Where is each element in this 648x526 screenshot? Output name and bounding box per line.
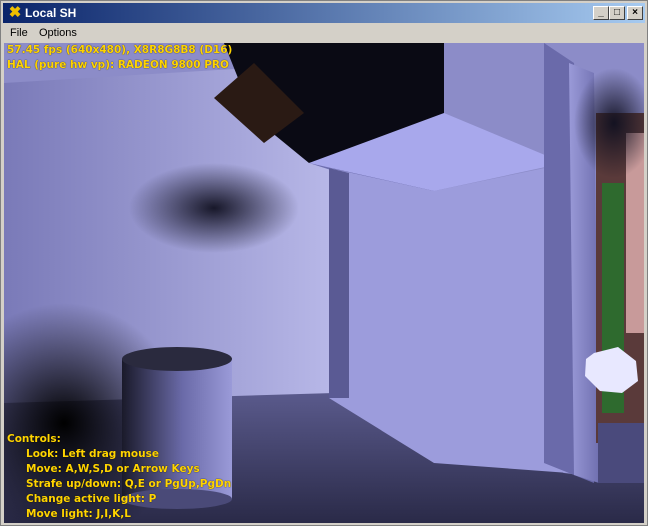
controls-title: Controls: <box>7 433 61 445</box>
minimize-button[interactable]: _ <box>593 6 609 20</box>
app-window: ✖ Local SH _ □ × File Options 57.45 fps … <box>0 0 648 526</box>
wall-shadow <box>129 163 299 253</box>
menu-options[interactable]: Options <box>39 26 77 40</box>
controls-line: Strafe up/down: Q,E or PgUp,PgDn <box>26 478 232 490</box>
menu-file[interactable]: File <box>10 26 28 40</box>
back-wall-edge <box>329 168 349 398</box>
controls-line: Move light: J,I,K,L <box>26 508 131 520</box>
stats-line-1: 57.45 fps (640x480), X8R8G8B8 (D16) <box>7 44 233 56</box>
render-viewport[interactable]: 57.45 fps (640x480), X8R8G8B8 (D16) HAL … <box>4 43 644 523</box>
doorway-floor <box>598 423 644 483</box>
maximize-button[interactable]: □ <box>609 6 625 20</box>
controls-line: Move: A,W,S,D or Arrow Keys <box>26 463 200 475</box>
controls-line: Change active light: P <box>26 493 157 505</box>
dx-icon: ✖ <box>8 4 22 21</box>
menu-bar: File Options <box>3 24 645 42</box>
window-title: Local SH <box>25 6 77 20</box>
cylinder-top <box>122 347 232 371</box>
title-bar[interactable]: ✖ Local SH _ □ × <box>3 3 645 23</box>
stats-line-2: HAL (pure hw vp): RADEON 9800 PRO <box>7 59 229 71</box>
controls-line: Look: Left drag mouse <box>26 448 159 460</box>
close-button[interactable]: × <box>627 6 643 20</box>
